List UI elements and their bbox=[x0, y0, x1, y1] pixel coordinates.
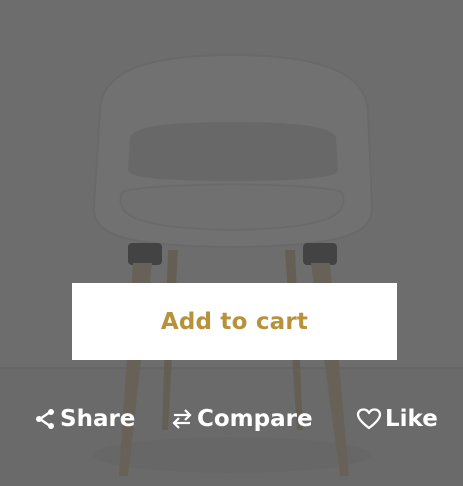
like-label: Like bbox=[385, 406, 438, 432]
compare-label: Compare bbox=[197, 406, 313, 432]
add-to-cart-button[interactable]: Add to cart bbox=[72, 283, 397, 360]
share-icon bbox=[33, 407, 57, 431]
share-action[interactable]: Share bbox=[33, 400, 135, 438]
product-actions: Share Compare Like bbox=[0, 400, 463, 438]
product-card: Add to cart Share Compare Like bbox=[0, 0, 463, 486]
heart-icon bbox=[356, 407, 382, 431]
share-label: Share bbox=[60, 406, 136, 432]
like-action[interactable]: Like bbox=[356, 400, 438, 438]
compare-action[interactable]: Compare bbox=[170, 400, 313, 438]
compare-arrows-icon bbox=[170, 407, 194, 431]
